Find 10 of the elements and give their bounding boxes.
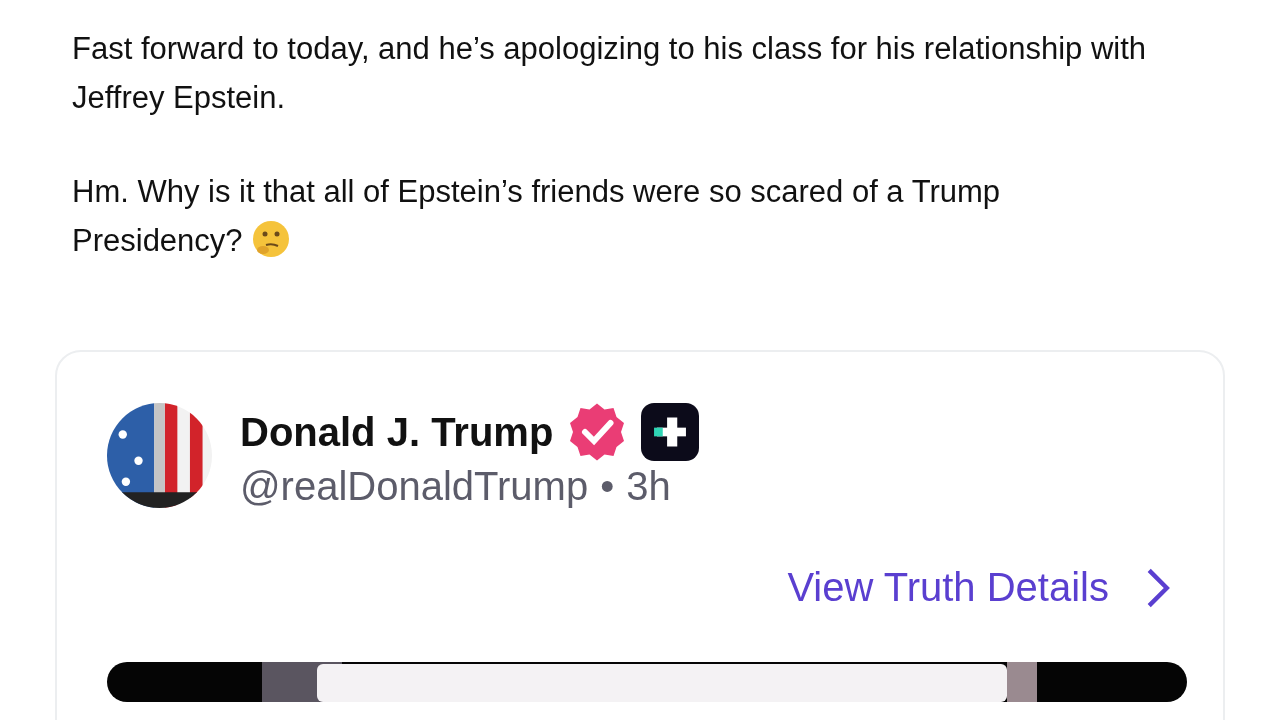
- view-details-link[interactable]: View Truth Details: [787, 565, 1109, 610]
- thinking-emoji-icon: [250, 219, 291, 259]
- author-name[interactable]: Donald J. Trump: [240, 409, 554, 455]
- embedded-post-card[interactable]: Donald J. Trump @realDonaldTrump • 3h View Truth Details: [55, 350, 1225, 720]
- app-logo-icon: [641, 403, 700, 461]
- post-time: 3h: [626, 464, 671, 509]
- separator-dot: •: [600, 464, 615, 509]
- post-paragraph: Hm. Why is it that all of Epstein’s friends were so scared of a Trump Presidency?: [72, 173, 1002, 261]
- post-paragraph: Fast forward to today, and he’s apologizing to his class for his relationship with Jeffrey Epstein.: [72, 30, 1148, 117]
- author-handle[interactable]: @realDonaldTrump: [240, 464, 589, 509]
